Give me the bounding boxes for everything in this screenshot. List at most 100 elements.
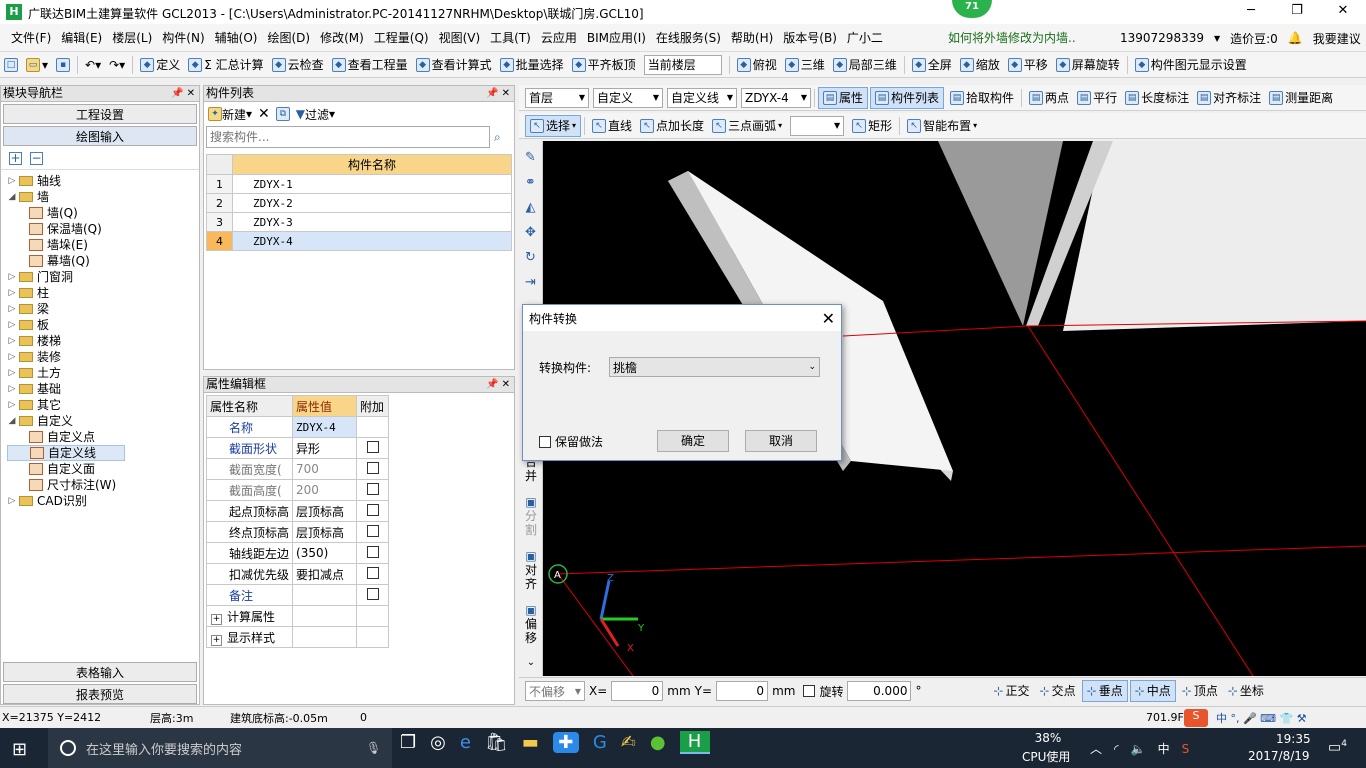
extra-checkbox[interactable] bbox=[366, 503, 379, 516]
comp-toolbar-button-5[interactable]: ▤ 长度标注 bbox=[1121, 87, 1193, 109]
toolbar-button-11[interactable]: ◆ 全屏 bbox=[908, 54, 956, 76]
menu-item-8[interactable]: 视图(V) bbox=[434, 24, 486, 52]
toolbar-button-6[interactable]: ◆ 平齐板顶 bbox=[568, 54, 640, 76]
snap-toggle-3[interactable]: ⊹ 中点 bbox=[1129, 680, 1176, 702]
expand-icon[interactable]: ▷ bbox=[7, 173, 17, 189]
tree-item-0[interactable]: ▷ 轴线 bbox=[7, 173, 199, 189]
expand-icon[interactable]: ▷ bbox=[7, 333, 17, 349]
expand-icon[interactable]: ▷ bbox=[7, 493, 17, 509]
tree-item-16[interactable]: 自定义点 bbox=[7, 429, 199, 445]
clock-date[interactable]: 2017/8/19 bbox=[1248, 749, 1310, 763]
app-icon-blue-plus[interactable]: ✚ bbox=[552, 732, 579, 753]
help-tip-link[interactable]: 如何将外墙修改为内墙.. bbox=[948, 24, 1076, 52]
brush-icon[interactable]: ✎ bbox=[519, 145, 542, 170]
save-icon[interactable]: ▪ bbox=[52, 54, 74, 76]
menu-item-0[interactable]: 文件(F) bbox=[6, 24, 56, 52]
expand-icon[interactable]: ▷ bbox=[7, 397, 17, 413]
ok-button[interactable]: 确定 bbox=[657, 430, 729, 452]
toolbar-button-0[interactable]: ◆ 定义 bbox=[136, 54, 184, 76]
tree-item-2[interactable]: 墙(Q) bbox=[7, 205, 199, 221]
snap-toggle-1[interactable]: ⊹ 交点 bbox=[1036, 680, 1080, 702]
component-row[interactable]: 4 ZDYX-4 bbox=[206, 231, 512, 251]
undo-icon[interactable]: ↶▾ bbox=[81, 54, 105, 76]
tree-item-11[interactable]: ▷ 装修 bbox=[7, 349, 199, 365]
extra-checkbox[interactable] bbox=[366, 545, 379, 558]
pin-icon[interactable]: 📌 ✕ bbox=[486, 86, 514, 101]
app-icon-swirl[interactable]: ◎ bbox=[430, 732, 446, 753]
microphone-icon[interactable]: 🎙 bbox=[366, 741, 381, 755]
ime-indicator[interactable]: 中 bbox=[1158, 740, 1170, 757]
menu-item-2[interactable]: 楼层(L) bbox=[107, 24, 157, 52]
drawing-input-button[interactable]: 绘图输入 bbox=[3, 126, 197, 146]
toolbar-button-9[interactable]: ◆ 三维 bbox=[781, 54, 829, 76]
user-phone[interactable]: 13907298339 bbox=[1120, 31, 1204, 45]
menu-item-10[interactable]: 云应用 bbox=[536, 24, 582, 52]
property-value-cell[interactable]: 700 bbox=[292, 458, 358, 480]
tree-item-12[interactable]: ▷ 土方 bbox=[7, 365, 199, 381]
expand-icon[interactable]: ▷ bbox=[7, 349, 17, 365]
extra-checkbox[interactable] bbox=[366, 566, 379, 579]
toolbar-button-14[interactable]: ◆ 屏幕旋转 bbox=[1052, 54, 1124, 76]
notepad-icon[interactable]: ✍ bbox=[621, 732, 636, 753]
ime-toolbar[interactable]: 中 °, 🎤 ⌨ 👕 ⚒ bbox=[1216, 710, 1307, 726]
new-component-button[interactable]: ✦ 新建 ▾ bbox=[208, 106, 252, 123]
extra-checkbox[interactable] bbox=[366, 524, 379, 537]
property-row[interactable]: 名称 ZDYX-4 bbox=[205, 416, 390, 438]
property-row[interactable]: + 显示样式 bbox=[205, 626, 390, 648]
mirror-icon[interactable]: ◭ bbox=[519, 195, 542, 220]
menu-item-3[interactable]: 构件(N) bbox=[157, 24, 209, 52]
table-input-button[interactable]: 表格输入 bbox=[3, 662, 197, 682]
taskbar-search[interactable]: 在这里输入你要搜索的内容 🎙 bbox=[48, 728, 392, 768]
expand-icon[interactable]: ▷ bbox=[7, 381, 17, 397]
tree-item-7[interactable]: ▷ 柱 bbox=[7, 285, 199, 301]
subtype-select[interactable]: 自定义线 ▼ bbox=[667, 87, 737, 108]
cancel-button[interactable]: 取消 bbox=[745, 430, 817, 452]
restore-button[interactable]: ❐ bbox=[1274, 0, 1320, 24]
menu-item-6[interactable]: 修改(M) bbox=[315, 24, 369, 52]
move-icon[interactable]: ✥ bbox=[519, 220, 542, 245]
expand-all-icon[interactable]: + bbox=[9, 152, 22, 165]
component-row[interactable]: 1 ZDYX-1 bbox=[206, 174, 512, 194]
bell-icon[interactable]: 🔔 bbox=[1288, 31, 1303, 45]
minimize-button[interactable]: ─ bbox=[1228, 0, 1274, 24]
property-value-cell[interactable]: 异形 bbox=[292, 437, 358, 459]
draw-tool-5[interactable]: ↖ 智能布置 ▾ bbox=[903, 115, 981, 137]
vbar-more-icon[interactable]: ⌄ bbox=[519, 657, 543, 668]
expand-icon[interactable]: ▷ bbox=[7, 285, 17, 301]
dialog-close-icon[interactable]: ✕ bbox=[822, 309, 835, 328]
component-select[interactable]: ZDYX-4 ▼ bbox=[741, 87, 811, 108]
rotate-checkbox[interactable] bbox=[803, 685, 816, 697]
tree-item-15[interactable]: ◢ 自定义 bbox=[7, 413, 199, 429]
tree-item-3[interactable]: 保温墙(Q) bbox=[7, 221, 199, 237]
toolbar-button-5[interactable]: ◆ 批量选择 bbox=[496, 54, 568, 76]
menu-item-14[interactable]: 版本号(B) bbox=[778, 24, 842, 52]
menu-item-11[interactable]: BIM应用(I) bbox=[582, 24, 651, 52]
menu-item-9[interactable]: 工具(T) bbox=[485, 24, 536, 52]
delete-icon[interactable]: ✕ bbox=[258, 106, 270, 122]
notification-center-icon[interactable]: ▭4 bbox=[1328, 739, 1347, 756]
tree-item-9[interactable]: ▷ 板 bbox=[7, 317, 199, 333]
draw-tool-2[interactable]: ↖ 点加长度 bbox=[636, 115, 708, 137]
x-offset-input[interactable]: 0 bbox=[611, 681, 664, 701]
tree-item-17[interactable]: 自定义线 bbox=[7, 445, 125, 461]
tree-item-10[interactable]: ▷ 楼梯 bbox=[7, 333, 199, 349]
snap-toggle-2[interactable]: ⊹ 垂点 bbox=[1081, 680, 1128, 702]
copy-icon[interactable]: ⧉ bbox=[275, 107, 290, 121]
convert-component-select[interactable]: 挑檐 ⌄ bbox=[609, 357, 820, 377]
close-button[interactable]: ✕ bbox=[1320, 0, 1366, 24]
tree-item-13[interactable]: ▷ 基础 bbox=[7, 381, 199, 397]
copy-tool-icon[interactable]: ⚭ bbox=[519, 170, 542, 195]
draw-tool-4[interactable]: ↖ 矩形 bbox=[848, 115, 896, 137]
expand-icon[interactable]: ▷ bbox=[7, 365, 17, 381]
search-icon[interactable]: ⌕ bbox=[494, 130, 501, 145]
tree-item-5[interactable]: 幕墙(Q) bbox=[7, 253, 199, 269]
tree-item-8[interactable]: ▷ 梁 bbox=[7, 301, 199, 317]
extend-icon[interactable]: ⇥ bbox=[519, 270, 542, 295]
property-row[interactable]: 截面宽度(700 bbox=[205, 458, 390, 480]
vbar-tool-2[interactable]: ▣ 对齐 bbox=[519, 549, 543, 591]
sogou-ime-icon[interactable]: S bbox=[1184, 708, 1208, 727]
snap-toggle-4[interactable]: ⊹ 顶点 bbox=[1178, 680, 1222, 702]
toolbar-button-3[interactable]: ◆ 查看工程量 bbox=[328, 54, 412, 76]
glodon-app-icon[interactable]: H bbox=[679, 731, 710, 754]
property-value-cell[interactable]: 层顶标高 bbox=[292, 500, 358, 522]
